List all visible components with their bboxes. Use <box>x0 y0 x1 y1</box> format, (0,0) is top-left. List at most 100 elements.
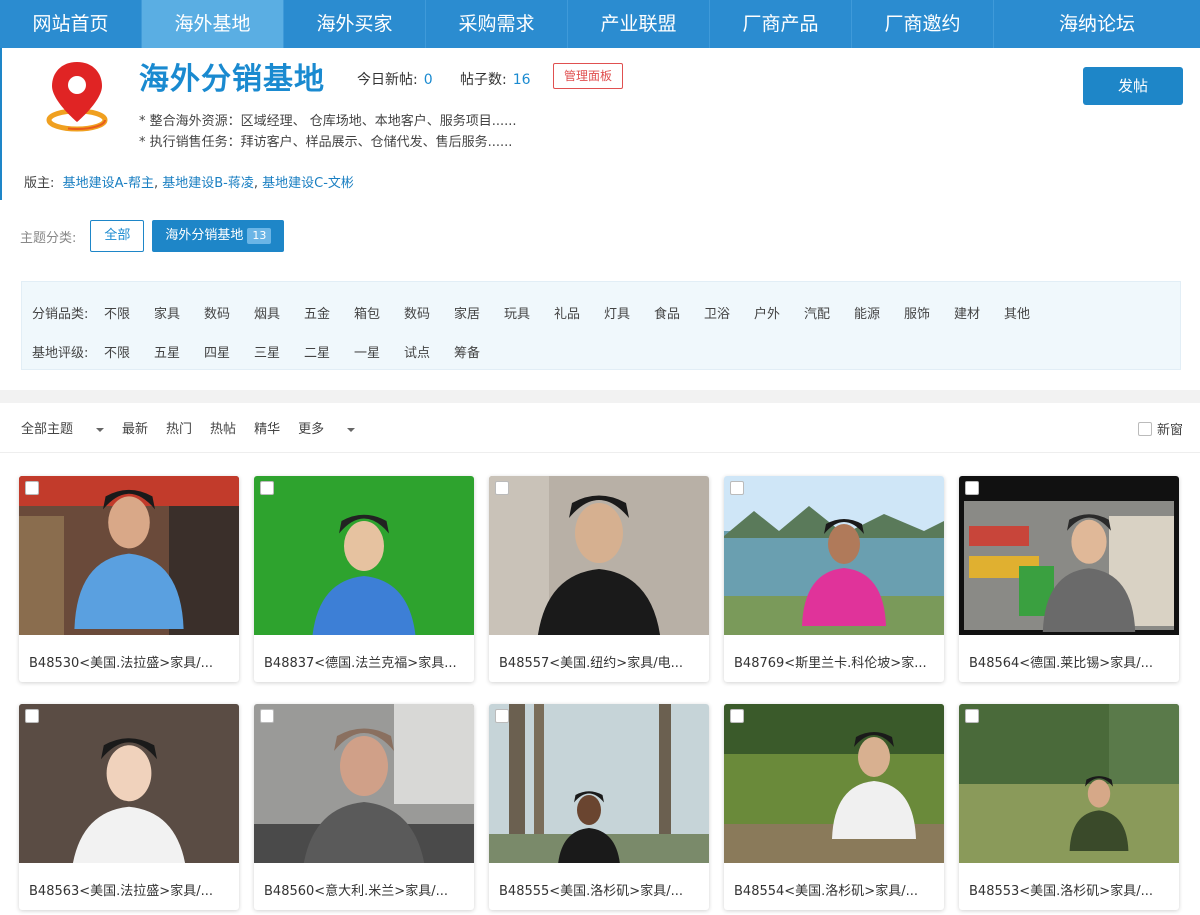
category-filter-option[interactable]: 卫浴 <box>704 303 754 322</box>
nav-item[interactable]: 厂商邀约 <box>852 0 994 48</box>
page-title: 海外分销基地 <box>139 62 325 97</box>
post-thumbnail[interactable] <box>489 704 709 863</box>
category-filter-option[interactable]: 其他 <box>1004 303 1054 322</box>
total-posts-stat: 帖子数: 16 <box>460 69 531 89</box>
new-window-label: 新窗 <box>1157 423 1184 438</box>
post-select-checkbox[interactable] <box>25 709 39 723</box>
category-filter-option[interactable]: 数码 <box>404 303 454 322</box>
nav-item[interactable]: 海外基地 <box>142 0 284 48</box>
category-filter-option[interactable]: 食品 <box>654 303 704 322</box>
nav-item[interactable]: 产业联盟 <box>568 0 710 48</box>
sort-featured[interactable]: 精华 <box>254 418 280 437</box>
post-title-link[interactable]: B48557<美国.纽约>家具/电... <box>499 652 704 671</box>
nav-item[interactable]: 海外买家 <box>284 0 426 48</box>
category-filter-option[interactable]: 能源 <box>854 303 904 322</box>
category-filter-option[interactable]: 汽配 <box>804 303 854 322</box>
category-filter-option[interactable]: 数码 <box>204 303 254 322</box>
post-title-link[interactable]: B48554<美国.洛杉矶>家具/... <box>734 880 939 899</box>
post-select-checkbox[interactable] <box>965 709 979 723</box>
category-filter-option[interactable]: 建材 <box>954 303 1004 322</box>
post-select-checkbox[interactable] <box>730 481 744 495</box>
sort-more[interactable]: 更多 <box>298 418 356 437</box>
post-select-checkbox[interactable] <box>25 481 39 495</box>
post-card[interactable]: B48563<美国.法拉盛>家具/... <box>19 704 239 910</box>
post-card[interactable]: B48553<美国.洛杉矶>家具/... <box>959 704 1179 910</box>
filter-panel: 分销品类: 不限 家具 数码 烟具 五金 箱包 数码 家居 玩具 礼品 灯具 食品 卫浴 户外 汽配 能源 服饰… <box>21 281 1181 370</box>
description-line: * 整合海外资源：区域经理、 仓库场地、本地客户、服务项目...... <box>139 114 517 129</box>
post-thumbnail[interactable] <box>489 476 709 635</box>
post-card[interactable]: B48837<德国.法兰克福>家具... <box>254 476 474 682</box>
moderator-link[interactable]: 基地建设C-文彬 <box>262 176 354 191</box>
new-window-checkbox[interactable] <box>1138 421 1152 436</box>
category-filter-option[interactable]: 家居 <box>454 303 504 322</box>
post-title-link[interactable]: B48564<德国.莱比锡>家具/... <box>969 652 1174 671</box>
post-thumbnail[interactable] <box>254 476 474 635</box>
post-title-link[interactable]: B48563<美国.法拉盛>家具/... <box>29 880 234 899</box>
post-select-checkbox[interactable] <box>730 709 744 723</box>
post-select-checkbox[interactable] <box>965 481 979 495</box>
rating-filter-option[interactable]: 一星 <box>354 342 404 361</box>
sort-latest[interactable]: 最新 <box>122 418 148 437</box>
rating-filter-row: 基地评级: 不限 五星 四星 三星 二星 一星 试点 筹备 <box>32 342 504 361</box>
post-select-checkbox[interactable] <box>495 481 509 495</box>
post-title-link[interactable]: B48769<斯里兰卡.科伦坡>家... <box>734 652 939 671</box>
moderator-link[interactable]: 基地建设A-帮主 <box>63 176 154 191</box>
post-title-link[interactable]: B48553<美国.洛杉矶>家具/... <box>969 880 1174 899</box>
post-thumbnail[interactable] <box>19 704 239 863</box>
post-thumbnail[interactable] <box>19 476 239 635</box>
post-thumbnail[interactable] <box>959 704 1179 863</box>
sort-popular[interactable]: 热门 <box>166 418 192 437</box>
category-filter-option[interactable]: 家具 <box>154 303 204 322</box>
post-card[interactable]: B48560<意大利.米兰>家具/... <box>254 704 474 910</box>
category-filter-option[interactable]: 箱包 <box>354 303 404 322</box>
category-filter-option[interactable]: 礼品 <box>554 303 604 322</box>
topic-all-button[interactable]: 全部 <box>90 220 145 252</box>
rating-filter-option[interactable]: 试点 <box>404 342 454 361</box>
post-select-checkbox[interactable] <box>260 709 274 723</box>
nav-item[interactable]: 采购需求 <box>426 0 568 48</box>
rating-filter-option[interactable]: 筹备 <box>454 342 504 361</box>
post-card[interactable]: B48557<美国.纽约>家具/电... <box>489 476 709 682</box>
moderator-link[interactable]: 基地建设B-蒋凌 <box>162 176 254 191</box>
topic-active-label: 海外分销基地 <box>165 228 244 243</box>
post-select-checkbox[interactable] <box>495 709 509 723</box>
post-select-checkbox[interactable] <box>260 481 274 495</box>
post-card[interactable]: B48564<德国.莱比锡>家具/... <box>959 476 1179 682</box>
manage-panel-button[interactable]: 管理面板 <box>553 63 623 89</box>
post-title-link[interactable]: B48555<美国.洛杉矶>家具/... <box>499 880 704 899</box>
sort-all-topics[interactable]: 全部主题 <box>21 418 105 437</box>
post-card[interactable]: B48530<美国.法拉盛>家具/... <box>19 476 239 682</box>
topic-category-label: 主题分类: <box>20 230 77 246</box>
category-filter-option[interactable]: 灯具 <box>604 303 654 322</box>
category-filter-option[interactable]: 户外 <box>754 303 804 322</box>
category-filter-option[interactable]: 玩具 <box>504 303 554 322</box>
new-post-button[interactable]: 发帖 <box>1083 67 1183 105</box>
rating-filter-option[interactable]: 二星 <box>304 342 354 361</box>
post-title-link[interactable]: B48560<意大利.米兰>家具/... <box>264 880 469 899</box>
rating-filter-option[interactable]: 三星 <box>254 342 304 361</box>
nav-item[interactable]: 海纳论坛 <box>994 0 1200 48</box>
nav-item[interactable]: 网站首页 <box>0 0 142 48</box>
post-title-link[interactable]: B48837<德国.法兰克福>家具... <box>264 652 469 671</box>
post-card[interactable]: B48769<斯里兰卡.科伦坡>家... <box>724 476 944 682</box>
post-title-link[interactable]: B48530<美国.法拉盛>家具/... <box>29 652 234 671</box>
rating-filter-option[interactable]: 不限 <box>104 342 154 361</box>
post-thumbnail[interactable] <box>724 704 944 863</box>
category-filter-option[interactable]: 服饰 <box>904 303 954 322</box>
rating-filter-option[interactable]: 五星 <box>154 342 204 361</box>
topic-count-badge: 13 <box>247 228 272 244</box>
post-card[interactable]: B48554<美国.洛杉矶>家具/... <box>724 704 944 910</box>
post-card[interactable]: B48555<美国.洛杉矶>家具/... <box>489 704 709 910</box>
sort-hot-posts[interactable]: 热帖 <box>210 418 236 437</box>
post-thumbnail[interactable] <box>254 704 474 863</box>
moderators-label: 版主: <box>24 176 55 191</box>
rating-filter-option[interactable]: 四星 <box>204 342 254 361</box>
nav-item[interactable]: 厂商产品 <box>710 0 852 48</box>
post-thumbnail[interactable] <box>724 476 944 635</box>
category-filter-option[interactable]: 五金 <box>304 303 354 322</box>
category-filter-option[interactable]: 烟具 <box>254 303 304 322</box>
post-thumbnail[interactable] <box>959 476 1179 635</box>
category-filter-option[interactable]: 不限 <box>104 303 154 322</box>
topic-active-button[interactable]: 海外分销基地 13 <box>152 220 285 252</box>
new-window-toggle[interactable]: 新窗 <box>1138 419 1183 438</box>
